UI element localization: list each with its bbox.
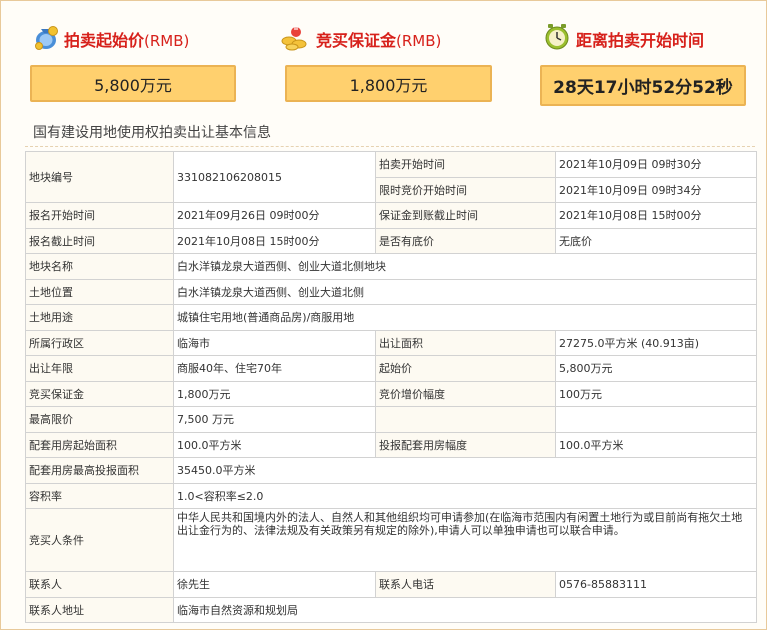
empty-cell	[555, 406, 757, 433]
deposit-deadline-value: 2021年10月08日 15时00分	[555, 202, 757, 229]
parcel-no-label: 地块编号	[25, 151, 174, 203]
term-value: 商服40年、住宅70年	[173, 355, 376, 382]
bid-deposit-label: 竞买保证金	[25, 380, 174, 407]
max-price-label: 最高限价	[25, 406, 174, 433]
empty-cell	[375, 406, 556, 433]
term-label: 出让年限	[25, 355, 174, 382]
clock-icon	[545, 24, 569, 50]
table-row: 容积率 1.0<容积率≤2.0	[25, 482, 757, 509]
section-title: 国有建设用地使用权拍卖出让基本信息	[25, 119, 755, 147]
housing-inc-label: 投报配套用房幅度	[375, 431, 556, 458]
bid-deposit-value: 1,800万元	[173, 380, 376, 407]
deposit-block: 竞买保证金(RMB) 1,800万元	[256, 1, 511, 113]
district-label: 所属行政区	[25, 329, 174, 356]
address-label: 联系人地址	[25, 596, 174, 623]
housing-start-label: 配套用房起始面积	[25, 431, 174, 458]
start-price-label: 拍卖起始价(RMB)	[64, 31, 190, 50]
bid-start-value: 2021年10月09日 09时34分	[555, 176, 757, 203]
area-label: 出让面积	[375, 329, 556, 356]
reserve-label: 是否有底价	[375, 227, 556, 254]
table-row: 土地位置 白水洋镇龙泉大道西侧、创业大道北侧	[25, 278, 757, 305]
name-value: 白水洋镇龙泉大道西侧、创业大道北侧地块	[173, 253, 757, 280]
housing-start-value: 100.0平方米	[173, 431, 376, 458]
conditions-value: 中华人民共和国境内外的法人、自然人和其他组织均可申请参加(在临海市范围内有闲置土…	[173, 508, 757, 572]
district-value: 临海市	[173, 329, 376, 356]
address-value: 临海市自然资源和规划局	[173, 596, 757, 623]
housing-inc-value: 100.0平方米	[555, 431, 757, 458]
max-price-value: 7,500 万元	[173, 406, 376, 433]
housing-max-value: 35450.0平方米	[173, 457, 757, 484]
table-row: 所属行政区 临海市 出让面积 27275.0平方米 (40.913亩)	[25, 329, 757, 356]
reserve-value: 无底价	[555, 227, 757, 254]
start-price-value: 5,800万元	[30, 65, 236, 102]
name-label: 地块名称	[25, 253, 174, 280]
location-value: 白水洋镇龙泉大道西侧、创业大道北侧	[173, 278, 757, 305]
table-row: 地块编号 331082106208015 拍卖开始时间 2021年10月09日 …	[25, 151, 757, 203]
reg-start-label: 报名开始时间	[25, 202, 174, 229]
start-price-row-label: 起始价	[375, 355, 556, 382]
auction-panel: 拍卖起始价(RMB) 5,800万元 竞买保证金(RMB) 1,800万元 距离…	[0, 0, 767, 630]
conditions-label: 竞买人条件	[25, 508, 174, 572]
far-label: 容积率	[25, 482, 174, 509]
table-row: 竞买人条件 中华人民共和国境内外的法人、自然人和其他组织均可申请参加(在临海市范…	[25, 508, 757, 572]
deposit-deadline-label: 保证金到账截止时间	[375, 202, 556, 229]
phone-label: 联系人电话	[375, 571, 556, 598]
table-row: 报名截止时间 2021年10月08日 15时00分 是否有底价 无底价	[25, 227, 757, 254]
table-row: 地块名称 白水洋镇龙泉大道西侧、创业大道北侧地块	[25, 253, 757, 280]
countdown-value: 28天17小时52分52秒	[540, 65, 746, 106]
area-value: 27275.0平方米 (40.913亩)	[555, 329, 757, 356]
usage-value: 城镇住宅用地(普通商品房)/商服用地	[173, 304, 757, 331]
bid-start-label: 限时竞价开始时间	[375, 176, 556, 203]
location-label: 土地位置	[25, 278, 174, 305]
coins-icon	[281, 26, 307, 51]
reg-start-value: 2021年09月26日 09时00分	[173, 202, 376, 229]
table-row: 报名开始时间 2021年09月26日 09时00分 保证金到账截止时间 2021…	[25, 202, 757, 229]
countdown-block: 距离拍卖开始时间 28天17小时52分52秒	[511, 1, 766, 113]
phone-value: 0576-85883111	[555, 571, 757, 598]
table-row: 出让年限 商服40年、住宅70年 起始价 5,800万元	[25, 355, 757, 382]
deposit-label: 竞买保证金(RMB)	[316, 31, 442, 50]
table-row: 土地用途 城镇住宅用地(普通商品房)/商服用地	[25, 304, 757, 331]
summary-bar: 拍卖起始价(RMB) 5,800万元 竞买保证金(RMB) 1,800万元 距离…	[1, 1, 766, 113]
table-row: 配套用房最高投报面积 35450.0平方米	[25, 457, 757, 484]
start-price-block: 拍卖起始价(RMB) 5,800万元	[1, 1, 256, 113]
contact-value: 徐先生	[173, 571, 376, 598]
countdown-label: 距离拍卖开始时间	[576, 31, 705, 50]
info-table: 地块编号 331082106208015 拍卖开始时间 2021年10月09日 …	[25, 151, 757, 623]
table-row: 最高限价 7,500 万元	[25, 406, 757, 433]
auction-start-label: 拍卖开始时间	[375, 151, 556, 178]
increment-label: 竞价增价幅度	[375, 380, 556, 407]
usage-label: 土地用途	[25, 304, 174, 331]
auction-start-value: 2021年10月09日 09时30分	[555, 151, 757, 178]
contact-label: 联系人	[25, 571, 174, 598]
housing-max-label: 配套用房最高投报面积	[25, 457, 174, 484]
far-value: 1.0<容积率≤2.0	[173, 482, 757, 509]
deposit-value: 1,800万元	[285, 65, 492, 102]
table-row: 联系人 徐先生 联系人电话 0576-85883111	[25, 571, 757, 598]
table-row: 配套用房起始面积 100.0平方米 投报配套用房幅度 100.0平方米	[25, 431, 757, 458]
reg-end-label: 报名截止时间	[25, 227, 174, 254]
parcel-no-value: 331082106208015	[173, 151, 376, 203]
table-row: 竞买保证金 1,800万元 竞价增价幅度 100万元	[25, 380, 757, 407]
money-bag-icon	[35, 26, 58, 50]
increment-value: 100万元	[555, 380, 757, 407]
table-row: 联系人地址 临海市自然资源和规划局	[25, 596, 757, 623]
start-price-row-value: 5,800万元	[555, 355, 757, 382]
reg-end-value: 2021年10月08日 15时00分	[173, 227, 376, 254]
